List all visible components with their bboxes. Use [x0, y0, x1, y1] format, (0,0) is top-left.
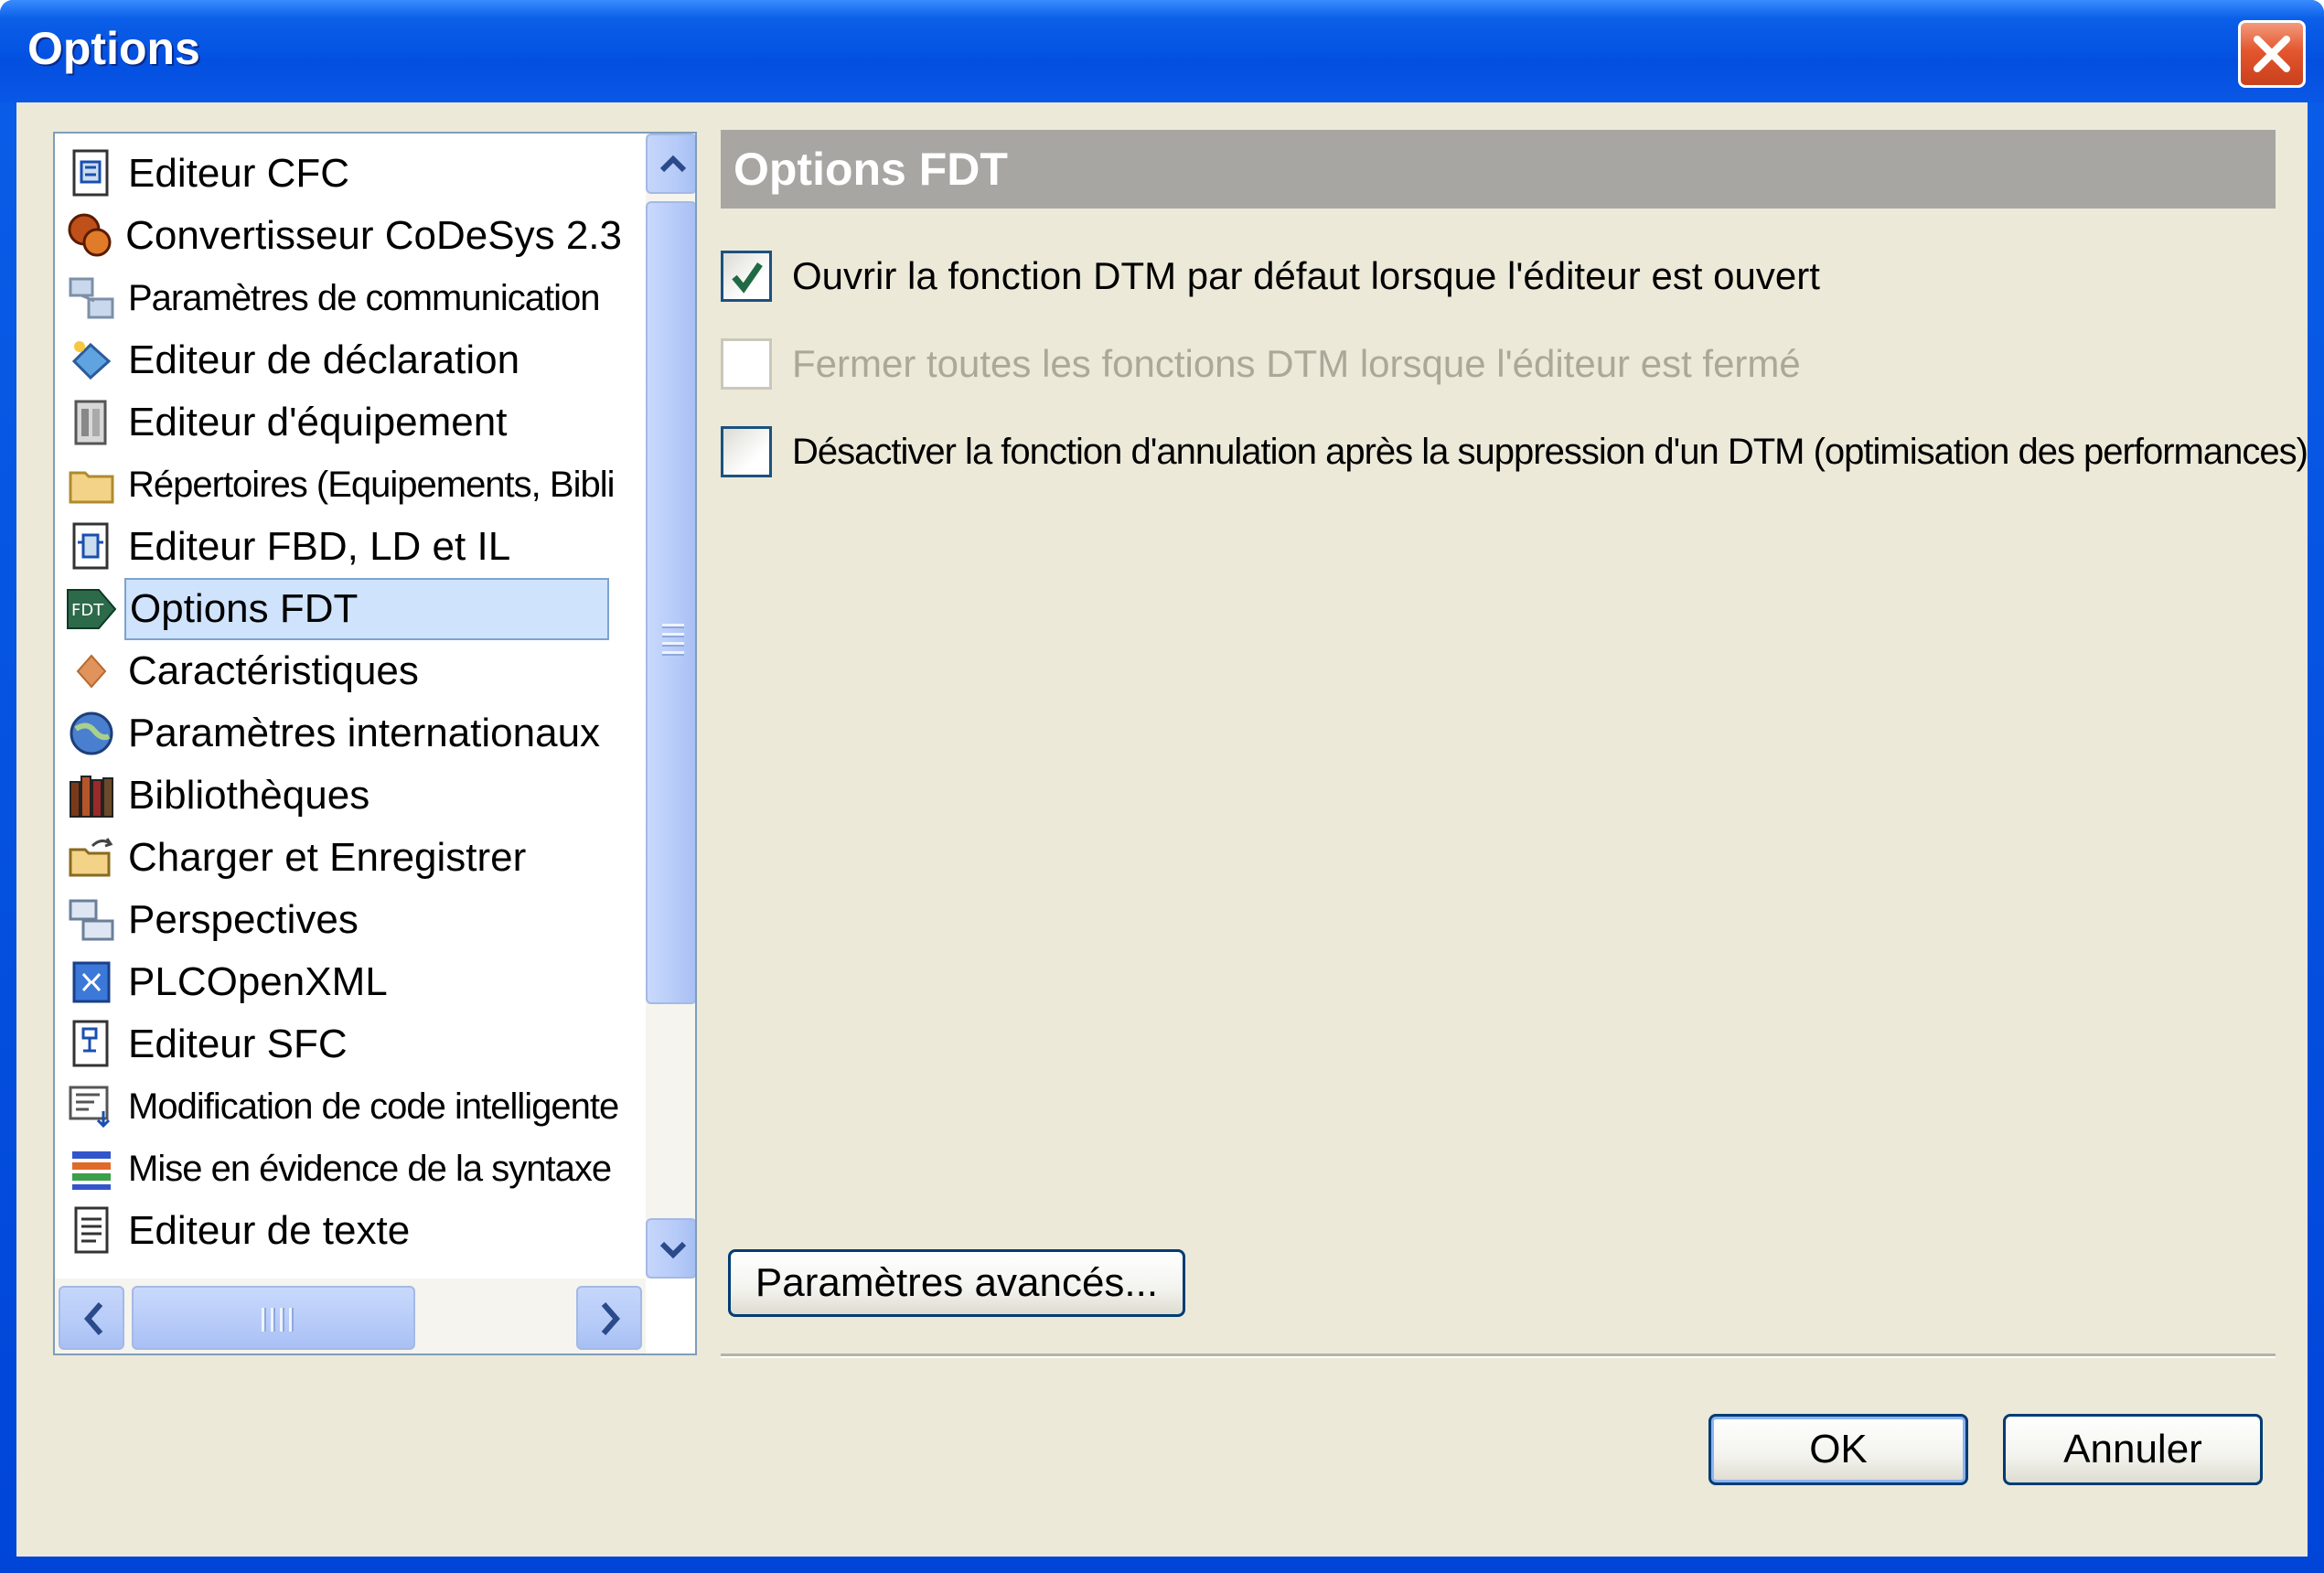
category-label: Editeur FBD, LD et IL: [128, 524, 511, 569]
svg-text:FDT: FDT: [71, 601, 104, 620]
dialog-body: Editeur CFC Convertisseur CoDeSys 2.3 Pa…: [16, 102, 2308, 1557]
category-item-international[interactable]: Paramètres internationaux: [64, 702, 626, 765]
chevron-up-icon: [659, 155, 687, 173]
category-label: Options FDT: [124, 578, 609, 640]
category-item-plcopenxml[interactable]: PLCOpenXML: [64, 951, 626, 1013]
category-label: Convertisseur CoDeSys 2.3: [125, 213, 622, 258]
checkbox-disable-undo[interactable]: [721, 426, 772, 477]
ok-button[interactable]: OK: [1708, 1414, 1968, 1485]
option-close-dtm: Fermer toutes les fonctions DTM lorsque …: [721, 337, 1801, 391]
category-item-communication[interactable]: Paramètres de communication: [64, 267, 626, 329]
scroll-down-button[interactable]: [646, 1218, 695, 1279]
option-label: Désactiver la fonction d'annulation aprè…: [792, 431, 2308, 472]
category-item-fbd-editor[interactable]: Editeur FBD, LD et IL: [64, 516, 626, 578]
fdt-icon: FDT: [64, 582, 119, 637]
horizontal-scroll-thumb[interactable]: [132, 1286, 415, 1350]
scroll-up-button[interactable]: [646, 134, 695, 194]
option-label: Ouvrir la fonction DTM par défaut lorsqu…: [792, 254, 1820, 297]
library-icon: [64, 768, 119, 823]
title-bar[interactable]: Options: [0, 0, 2324, 102]
category-label: Caractéristiques: [128, 648, 419, 693]
category-label: Perspectives: [128, 897, 359, 942]
communication-icon: [64, 271, 119, 326]
text-editor-icon: [64, 1204, 119, 1258]
category-label: Bibliothèques: [128, 773, 370, 818]
category-label: Modification de code intelligente: [128, 1086, 619, 1127]
category-item-load-save[interactable]: Charger et Enregistrer: [64, 827, 626, 889]
category-item-libraries[interactable]: Bibliothèques: [64, 765, 626, 827]
chevron-left-icon: [84, 1302, 103, 1335]
close-icon: [2254, 36, 2290, 72]
category-item-text-editor[interactable]: Editeur de texte: [64, 1200, 626, 1262]
category-item-converter[interactable]: Convertisseur CoDeSys 2.3: [64, 205, 626, 267]
checkmark-icon: [732, 262, 763, 294]
fbd-editor-icon: [64, 519, 119, 574]
cfc-editor-icon: [64, 146, 119, 201]
folder-icon: [64, 457, 119, 512]
category-item-declaration-editor[interactable]: Editeur de déclaration: [64, 329, 626, 391]
vertical-scroll-thumb[interactable]: [646, 201, 695, 1004]
window-title: Options: [27, 23, 200, 74]
category-item-sfc-editor[interactable]: Editeur SFC: [64, 1013, 626, 1075]
category-label: Paramètres de communication: [128, 278, 600, 318]
category-label: Mise en évidence de la syntaxe: [128, 1149, 612, 1189]
globe-icon: [64, 706, 119, 761]
section-title: Options FDT: [734, 144, 1008, 195]
grip-icon: [662, 624, 684, 660]
option-label: Fermer toutes les fonctions DTM lorsque …: [792, 342, 1801, 385]
chevron-down-icon: [659, 1241, 687, 1259]
category-label: Charger et Enregistrer: [128, 835, 527, 880]
chevron-right-icon: [601, 1302, 620, 1335]
category-label: Editeur SFC: [128, 1022, 348, 1066]
smart-coding-icon: [64, 1079, 119, 1134]
category-item-features[interactable]: Caractéristiques: [64, 640, 626, 702]
category-label: Editeur CFC: [128, 151, 350, 196]
category-list[interactable]: Editeur CFC Convertisseur CoDeSys 2.3 Pa…: [53, 132, 697, 1355]
sfc-editor-icon: [64, 1017, 119, 1072]
declaration-editor-icon: [64, 333, 119, 388]
category-label: Editeur de texte: [128, 1208, 411, 1253]
category-item-device-editor[interactable]: Editeur d'équipement: [64, 391, 626, 454]
category-item-fdt-options[interactable]: FDT Options FDT: [64, 578, 626, 640]
options-dialog: Options Editeur CFC Convertisseur CoDeSy…: [0, 0, 2324, 1573]
category-item-cfc-editor[interactable]: Editeur CFC: [64, 143, 626, 205]
plcopenxml-icon: [64, 955, 119, 1010]
load-save-icon: [64, 830, 119, 885]
features-icon: [64, 644, 119, 699]
scroll-right-button[interactable]: [576, 1286, 642, 1350]
category-label: PLCOpenXML: [128, 959, 388, 1004]
category-label: Editeur d'équipement: [128, 400, 508, 444]
separator: [721, 1354, 2276, 1358]
checkbox-open-dtm[interactable]: [721, 251, 772, 302]
horizontal-scrollbar[interactable]: [55, 1279, 646, 1354]
category-item-smart-coding[interactable]: Modification de code intelligente: [64, 1075, 626, 1138]
section-header: Options FDT: [721, 130, 2276, 209]
category-item-perspectives[interactable]: Perspectives: [64, 889, 626, 951]
syntax-highlight-icon: [64, 1141, 119, 1196]
vertical-scrollbar[interactable]: [646, 134, 695, 1279]
category-item-syntax-highlight[interactable]: Mise en évidence de la syntaxe: [64, 1138, 626, 1200]
cancel-button[interactable]: Annuler: [2003, 1414, 2263, 1485]
device-editor-icon: [64, 395, 119, 450]
option-open-dtm-default[interactable]: Ouvrir la fonction DTM par défaut lorsqu…: [721, 249, 1820, 304]
perspectives-icon: [64, 893, 119, 947]
grip-icon: [262, 1308, 298, 1332]
converter-icon: [64, 209, 116, 263]
advanced-settings-button[interactable]: Paramètres avancés...: [728, 1249, 1185, 1317]
option-disable-undo[interactable]: Désactiver la fonction d'annulation aprè…: [721, 424, 2308, 479]
category-label: Editeur de déclaration: [128, 337, 520, 382]
category-item-directories[interactable]: Répertoires (Equipements, Bibli: [64, 454, 626, 516]
category-label: Paramètres internationaux: [128, 711, 601, 755]
close-button[interactable]: [2238, 20, 2306, 88]
scroll-left-button[interactable]: [59, 1286, 124, 1350]
checkbox-close-dtm: [721, 338, 772, 390]
category-label: Répertoires (Equipements, Bibli: [128, 465, 615, 505]
